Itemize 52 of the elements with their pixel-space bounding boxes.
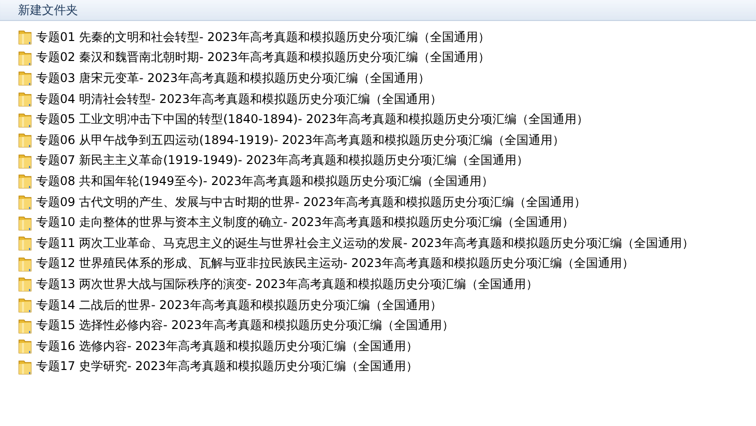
folder-name: 专题13 两次世界大战与国际秩序的演变- 2023年高考真题和模拟题历史分项汇编（全国通用）: [36, 276, 538, 293]
folder-icon: [18, 50, 32, 66]
folder-icon: [18, 235, 32, 252]
folder-name: 专题14 二战后的世界- 2023年高考真题和模拟题历史分项汇编（全国通用）: [36, 296, 442, 314]
folder-name: 专题17 史学研究- 2023年高考真题和模拟题历史分项汇编（全国通用）: [36, 358, 418, 376]
new-folder-button[interactable]: 新建文件夹: [18, 2, 78, 18]
folder-icon: [18, 318, 32, 334]
folder-name: 专题06 从甲午战争到五四运动(1894-1919)- 2023年高考真题和模拟题历史分项汇编（全国通用）: [36, 132, 565, 149]
folder-name: 专题01 先秦的文明和社会转型- 2023年高考真题和模拟题历史分项汇编（全国通用）: [36, 28, 490, 46]
folder-item[interactable]: 专题14 二战后的世界- 2023年高考真题和模拟题历史分项汇编（全国通用）: [18, 294, 756, 316]
folder-icon: [18, 112, 32, 128]
folder-icon: [18, 91, 32, 108]
folder-icon: [18, 358, 32, 375]
folder-item[interactable]: 专题05 工业文明冲击下中国的转型(1840-1894)- 2023年高考真题和模拟题历史分项汇编（全国通用）: [18, 109, 756, 130]
folder-item[interactable]: 专题02 秦汉和魏晋南北朝时期- 2023年高考真题和模拟题历史分项汇编（全国通用）: [18, 48, 756, 68]
folder-item[interactable]: 专题06 从甲午战争到五四运动(1894-1919)- 2023年高考真题和模拟题历史分项汇编（全国通用）: [18, 130, 756, 151]
folder-name: 专题12 世界殖民体系的形成、瓦解与亚非拉民族民主运动- 2023年高考真题和模拟题历史分项汇编（全国通用）: [36, 255, 634, 272]
folder-name: 专题16 选修内容- 2023年高考真题和模拟题历史分项汇编（全国通用）: [36, 338, 418, 355]
folder-name: 专题08 共和国年轮(1949至今)- 2023年高考真题和模拟题历史分项汇编（全国通用）: [36, 172, 494, 190]
folder-name: 专题03 唐宋元变革- 2023年高考真题和模拟题历史分项汇编（全国通用）: [36, 70, 430, 87]
folder-icon: [18, 256, 32, 272]
folder-icon: [18, 132, 32, 148]
folder-item[interactable]: 专题01 先秦的文明和社会转型- 2023年高考真题和模拟题历史分项汇编（全国通用）: [18, 27, 756, 48]
folder-item[interactable]: 专题16 选修内容- 2023年高考真题和模拟题历史分项汇编（全国通用）: [18, 336, 756, 356]
folder-name: 专题05 工业文明冲击下中国的转型(1840-1894)- 2023年高考真题和模拟题历史分项汇编（全国通用）: [36, 111, 589, 128]
folder-name: 专题15 选择性必修内容- 2023年高考真题和模拟题历史分项汇编（全国通用）: [36, 317, 454, 334]
folder-icon: [18, 297, 32, 314]
folder-item[interactable]: 专题11 两次工业革命、马克思主义的诞生与世界社会主义运动的发展- 2023年高考真题和模拟题历史分项汇编（全国通用）: [18, 232, 756, 254]
folder-item[interactable]: 专题15 选择性必修内容- 2023年高考真题和模拟题历史分项汇编（全国通用）: [18, 315, 756, 336]
folder-item[interactable]: 专题08 共和国年轮(1949至今)- 2023年高考真题和模拟题历史分项汇编（全国通用）: [18, 171, 756, 192]
folder-icon: [18, 338, 32, 354]
folder-icon: [18, 194, 32, 210]
folder-icon: [18, 173, 32, 190]
folder-icon: [18, 29, 32, 46]
folder-item[interactable]: 专题03 唐宋元变革- 2023年高考真题和模拟题历史分项汇编（全国通用）: [18, 68, 756, 89]
folder-icon: [18, 152, 32, 169]
folder-icon: [18, 276, 32, 292]
folder-item[interactable]: 专题09 古代文明的产生、发展与中古时期的世界- 2023年高考真题和模拟题历史分项汇编（全国通用）: [18, 192, 756, 212]
folder-name: 专题02 秦汉和魏晋南北朝时期- 2023年高考真题和模拟题历史分项汇编（全国通用）: [36, 49, 490, 66]
folder-item[interactable]: 专题10 走向整体的世界与资本主义制度的确立- 2023年高考真题和模拟题历史分项汇编（全国通用）: [18, 212, 756, 233]
folder-name: 专题10 走向整体的世界与资本主义制度的确立- 2023年高考真题和模拟题历史分项汇编（全国通用）: [36, 214, 574, 232]
folder-item[interactable]: 专题13 两次世界大战与国际秩序的演变- 2023年高考真题和模拟题历史分项汇编（全国通用）: [18, 274, 756, 295]
folder-icon: [18, 70, 32, 86]
folder-item[interactable]: 专题17 史学研究- 2023年高考真题和模拟题历史分项汇编（全国通用）: [18, 356, 756, 378]
folder-item[interactable]: 专题04 明清社会转型- 2023年高考真题和模拟题历史分项汇编（全国通用）: [18, 88, 756, 110]
folder-item[interactable]: 专题07 新民主主义革命(1919-1949)- 2023年高考真题和模拟题历史分项汇编（全国通用）: [18, 150, 756, 172]
folder-item[interactable]: 专题12 世界殖民体系的形成、瓦解与亚非拉民族民主运动- 2023年高考真题和模拟题历史分项汇编（全国通用）: [18, 254, 756, 274]
folder-icon: [18, 214, 32, 231]
folder-name: 专题09 古代文明的产生、发展与中古时期的世界- 2023年高考真题和模拟题历史分项汇编（全国通用）: [36, 194, 586, 211]
folder-name: 专题04 明清社会转型- 2023年高考真题和模拟题历史分项汇编（全国通用）: [36, 90, 442, 108]
folder-name: 专题07 新民主主义革命(1919-1949)- 2023年高考真题和模拟题历史分项汇编（全国通用）: [36, 152, 529, 170]
folder-name: 专题11 两次工业革命、马克思主义的诞生与世界社会主义运动的发展- 2023年高考真题和模拟题历史分项汇编（全国通用）: [36, 234, 694, 252]
